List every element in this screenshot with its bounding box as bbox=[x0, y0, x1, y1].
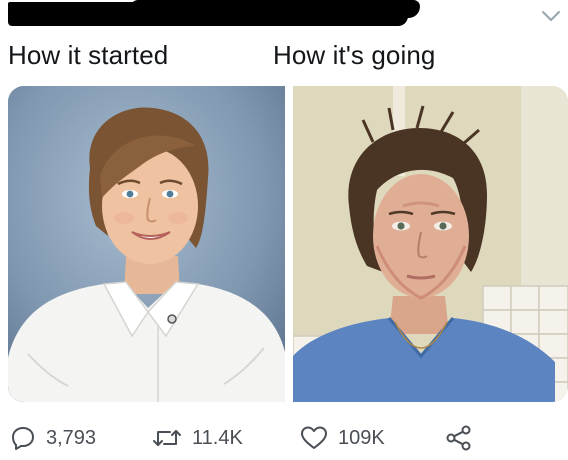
tweet-actions: 3,793 11.4K 109K bbox=[0, 420, 568, 456]
like-button[interactable]: 109K bbox=[300, 424, 385, 452]
retweet-icon bbox=[153, 430, 181, 446]
portrait-photo-before bbox=[8, 86, 285, 402]
share-icon bbox=[446, 425, 471, 451]
reply-icon bbox=[12, 427, 34, 450]
photo-after[interactable] bbox=[293, 86, 568, 402]
redaction-mark bbox=[130, 0, 420, 18]
heart-icon bbox=[301, 426, 327, 449]
chevron-down-icon[interactable] bbox=[540, 8, 562, 24]
like-count: 109K bbox=[338, 426, 385, 449]
tweet-card[interactable]: How it started How it's going 3,793 11.4… bbox=[0, 0, 568, 460]
caption-how-it-started: How it started bbox=[8, 40, 169, 70]
portrait-photo-after bbox=[293, 86, 568, 402]
caption-how-its-going: How it's going bbox=[273, 40, 436, 70]
tweet-header-redacted bbox=[0, 0, 568, 34]
reply-button[interactable]: 3,793 bbox=[10, 424, 96, 452]
retweet-count: 11.4K bbox=[192, 426, 243, 449]
reply-count: 3,793 bbox=[46, 426, 97, 449]
share-button[interactable] bbox=[445, 424, 473, 452]
photo-before[interactable] bbox=[8, 86, 285, 402]
retweet-button[interactable]: 11.4K bbox=[152, 424, 243, 452]
